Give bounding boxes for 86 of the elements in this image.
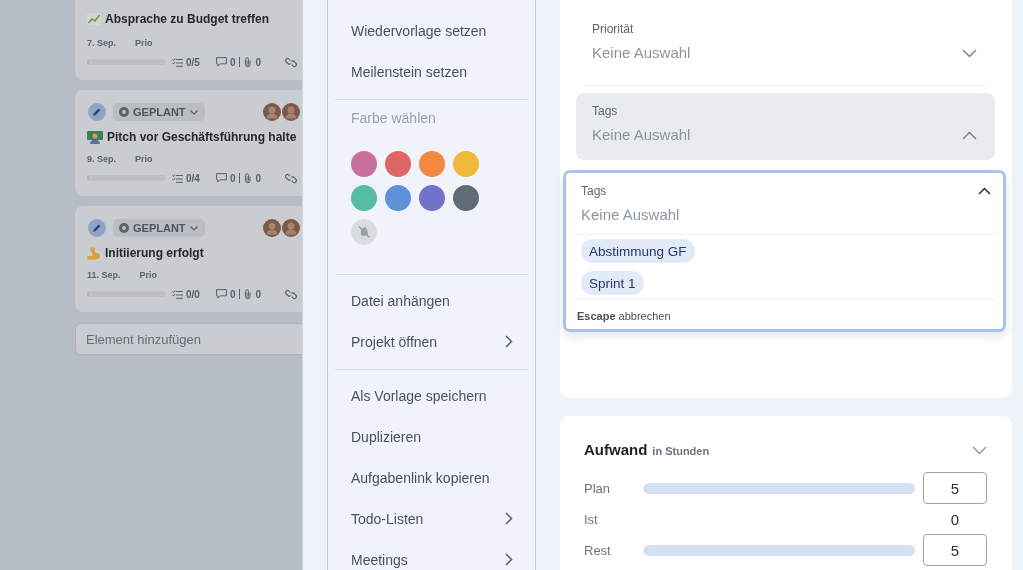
paperclip-icon [244,56,253,68]
comment-icon [215,57,227,67]
number-field[interactable]: 5 [923,534,987,566]
color-swatch[interactable] [453,185,479,211]
comment-icon [215,289,227,299]
task-title: Pitch vor Geschäftsführung halte [107,130,297,144]
color-swatch[interactable] [419,151,445,177]
avatar-icon [263,103,281,121]
avatar-icon [282,219,300,237]
chart-icon [87,13,101,25]
caret-icon [189,225,198,231]
task-card[interactable]: GEPLANT Pitch vor Geschäftsführung halte 9. Sep. Prio 0/4 0 0 [75,90,302,196]
select-field[interactable]: Tags Keine Auswahl [576,93,995,160]
menu-item[interactable]: Wiedervorlage setzen [328,10,535,51]
link-icon [285,172,297,184]
unit-label: in Stunden [652,444,710,459]
attachment-count: 0 [255,56,262,68]
section-title: Aufwand [584,440,648,460]
checklist-count: 0/0 [186,288,200,300]
status-icon [119,223,129,233]
select-field[interactable]: Tags Keine Auswahl [566,173,1003,234]
checklist-icon [172,57,183,67]
number-field[interactable]: 5 [923,472,987,504]
select-field[interactable]: Priorität Keine Auswahl [576,11,995,78]
flexed-arm-icon [87,246,101,260]
attachment-count: 0 [255,288,262,300]
no-color-icon[interactable] [351,219,377,245]
avatar-icon [282,103,300,121]
menu-item[interactable]: Duplizieren [328,416,535,457]
attachment-count: 0 [255,172,262,184]
link-icon [285,288,297,300]
comment-count: 0 [229,172,236,184]
comment-count: 0 [229,288,236,300]
task-title: Absprache zu Budget treffen [105,12,269,26]
comment-icon [215,173,227,183]
due-date: 9. Sep. [87,153,116,165]
priority-label: Prio [139,269,158,281]
keyboard-hint: Escape abbrechen [576,309,672,324]
checklist-count: 0/5 [186,56,200,68]
comment-count: 0 [229,56,236,68]
color-swatch[interactable] [453,151,479,177]
task-card[interactable]: GEPLANT Initiierung erfolgt 11. Sep. Prio 0/0 0 0 [75,206,302,312]
menu-item[interactable]: Projekt öffnen [328,321,535,362]
status-dropdown[interactable]: GEPLANT [113,219,205,237]
pencil-icon[interactable] [88,219,106,237]
hours-value: 0 [949,510,961,528]
priority-label: Prio [135,37,153,49]
presenter-icon [87,130,103,144]
tag-option[interactable]: Sprint 1 [581,271,644,295]
color-swatch[interactable] [385,185,411,211]
link-icon [285,56,297,68]
chevron-up-icon [978,187,991,195]
color-swatch[interactable] [385,151,411,177]
task-title: Initiierung erfolgt [105,246,204,260]
add-item-input[interactable]: Element hinzufügen [75,323,302,355]
row-label: Plan [584,480,612,496]
color-swatch[interactable] [351,185,377,211]
pencil-icon[interactable] [88,103,106,121]
color-swatch[interactable] [351,151,377,177]
checklist-icon [172,289,183,299]
menu-item[interactable]: Todo-Listen [328,498,535,539]
checklist-count: 0/4 [186,172,200,184]
caret-icon [189,109,198,115]
chevron-down-icon[interactable] [972,445,987,455]
row-label: Ist [584,511,599,527]
due-date: 11. Sep. [87,269,121,281]
priority-label: Prio [135,153,153,165]
menu-item[interactable]: Als Vorlage speichern [328,375,535,416]
section-heading: Farbe wählen [350,109,437,128]
paperclip-icon [244,288,253,300]
menu-item[interactable]: Aufgabenlink kopieren [328,457,535,498]
chevron-up-icon [962,131,977,140]
chevron-down-icon [962,49,977,58]
tag-option[interactable]: Abstimmung GF [581,239,695,263]
menu-item[interactable]: Meetings [328,539,535,570]
status-dropdown[interactable]: GEPLANT [113,103,205,121]
avatar-icon [263,219,281,237]
menu-item[interactable]: Datei anhängen [328,280,535,321]
task-card[interactable]: Absprache zu Budget treffen 7. Sep. Prio 0/5 0 0 [75,0,302,80]
color-swatch[interactable] [419,185,445,211]
due-date: 7. Sep. [87,37,116,49]
checklist-icon [172,173,183,183]
row-label: Rest [584,542,612,558]
menu-item[interactable]: Meilenstein setzen [328,51,535,92]
paperclip-icon [244,172,253,184]
status-icon [119,107,129,117]
